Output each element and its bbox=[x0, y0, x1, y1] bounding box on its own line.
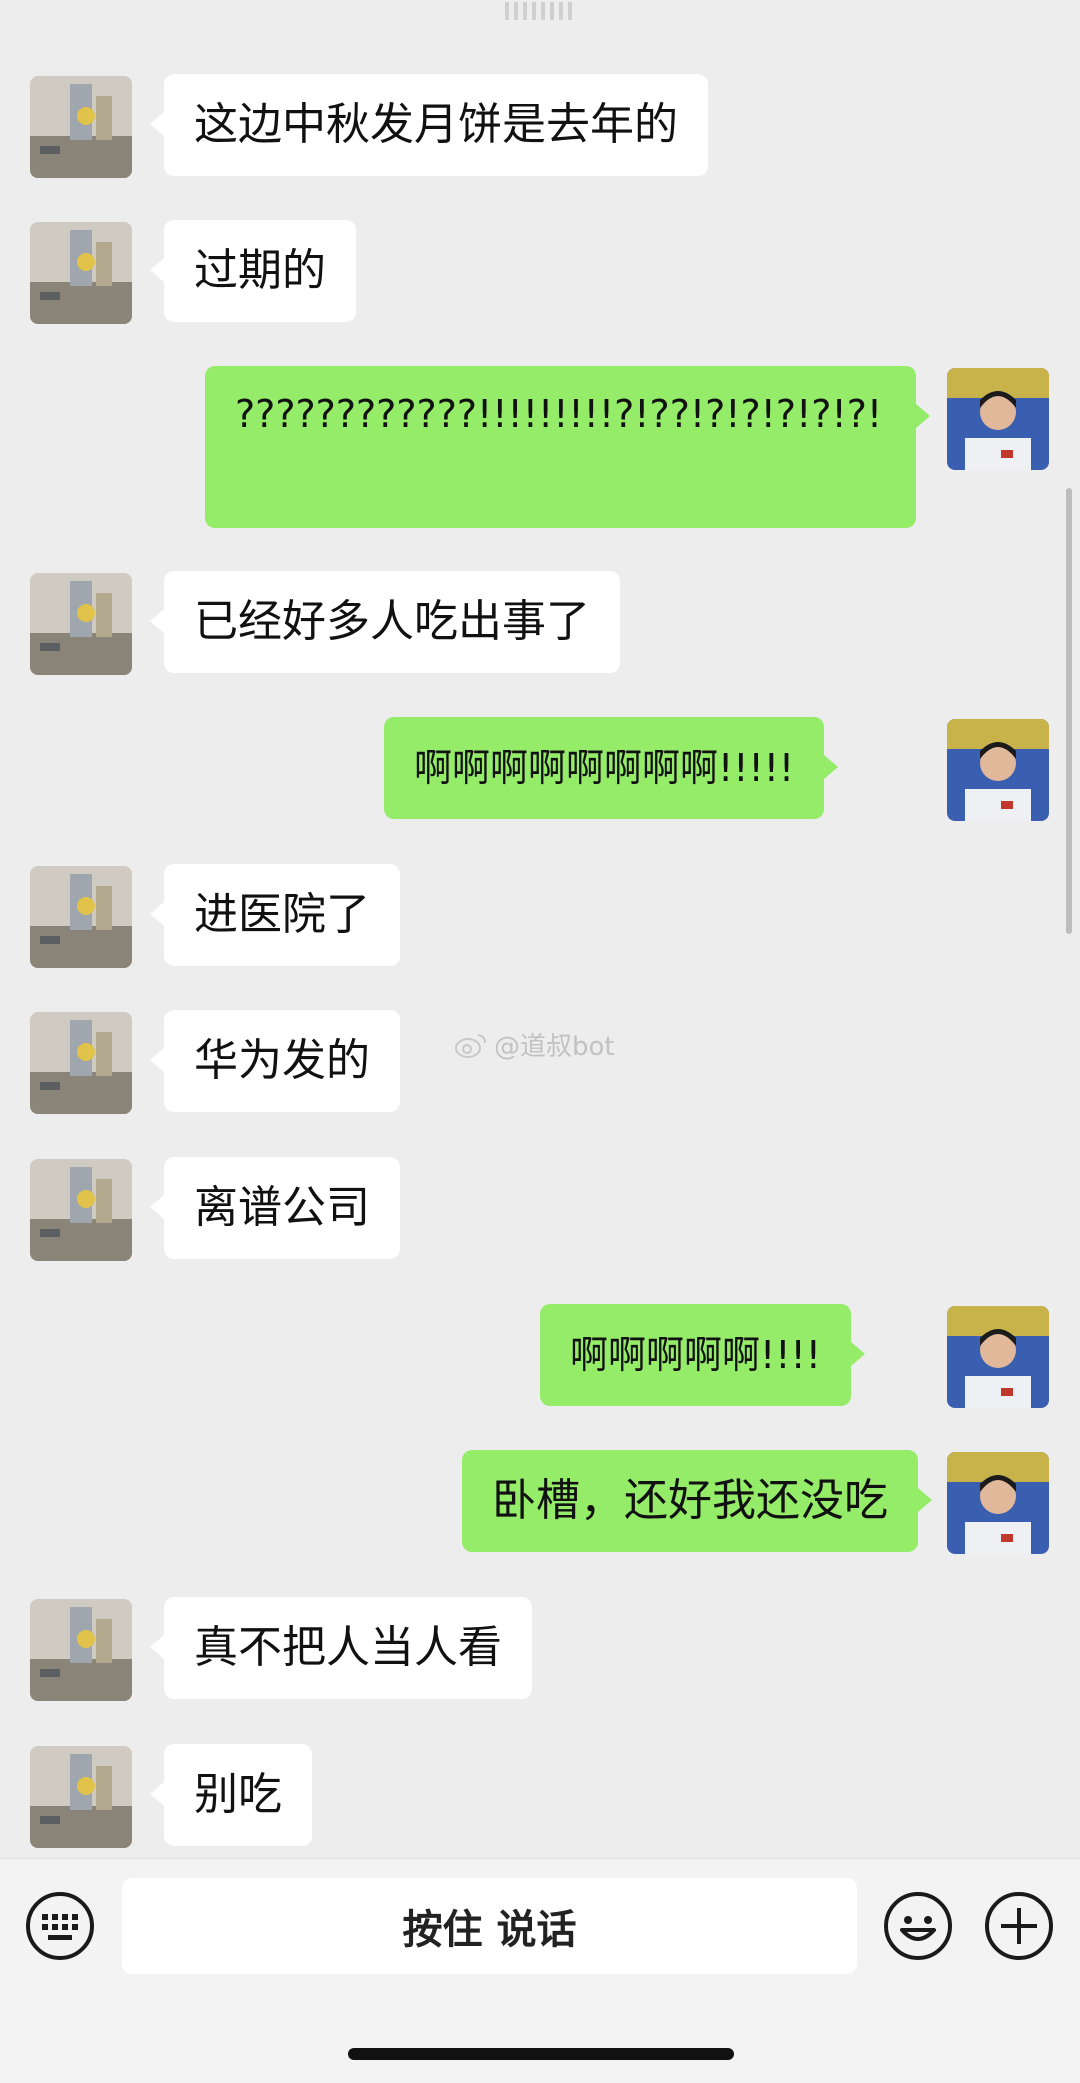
message-text: ????????????!!!!!!!!!?!??!?!?!?!?!?! bbox=[235, 392, 883, 436]
message-text: 别吃 bbox=[194, 1769, 282, 1820]
message-bubble[interactable]: ????????????!!!!!!!!!?!??!?!?!?!?!?! bbox=[205, 366, 930, 528]
message-bubble[interactable]: 过期的 bbox=[150, 220, 356, 322]
message-bubble[interactable]: 华为发的 bbox=[150, 1010, 400, 1112]
emoji-button[interactable] bbox=[882, 1890, 954, 1962]
message-bubble[interactable]: 啊啊啊啊啊!!!! bbox=[540, 1304, 865, 1406]
plus-icon bbox=[985, 1892, 1053, 1960]
message-bubble[interactable]: 离谱公司 bbox=[150, 1157, 400, 1259]
message-row: 已经好多人吃出事了 bbox=[0, 571, 1080, 677]
message-row: 真不把人当人看 bbox=[0, 1597, 1080, 1703]
contact-avatar[interactable] bbox=[30, 222, 132, 324]
message-row: 别吃 bbox=[0, 1744, 1080, 1850]
message-bubble[interactable]: 真不把人当人看 bbox=[150, 1597, 532, 1699]
message-row: 卧槽，还好我还没吃 bbox=[0, 1450, 1080, 1556]
message-text: 离谱公司 bbox=[194, 1182, 370, 1233]
contact-avatar[interactable] bbox=[30, 1599, 132, 1701]
message-text: 过期的 bbox=[194, 245, 326, 296]
message-text: 啊啊啊啊啊!!!! bbox=[570, 1333, 821, 1377]
my-avatar[interactable] bbox=[947, 368, 1049, 470]
weibo-icon bbox=[455, 1033, 486, 1058]
my-avatar[interactable] bbox=[947, 1306, 1049, 1408]
message-bubble[interactable]: 这边中秋发月饼是去年的 bbox=[150, 74, 708, 176]
message-text: 华为发的 bbox=[194, 1035, 370, 1086]
my-avatar[interactable] bbox=[947, 719, 1049, 821]
message-text: 已经好多人吃出事了 bbox=[194, 596, 590, 647]
contact-avatar[interactable] bbox=[30, 1159, 132, 1261]
contact-avatar[interactable] bbox=[30, 1746, 132, 1848]
message-row: 这边中秋发月饼是去年的 bbox=[0, 74, 1080, 180]
message-bubble[interactable]: 进医院了 bbox=[150, 864, 400, 966]
more-button[interactable] bbox=[983, 1890, 1055, 1962]
watermark: @道叔bot bbox=[454, 1026, 615, 1063]
hold-to-talk-label: 按住 说话 bbox=[402, 1907, 577, 1953]
message-text: 真不把人当人看 bbox=[194, 1622, 502, 1673]
message-bubble[interactable]: 啊啊啊啊啊啊啊啊!!!!! bbox=[384, 717, 839, 819]
contact-avatar[interactable] bbox=[30, 573, 132, 675]
message-row: ????????????!!!!!!!!!?!??!?!?!?!?!?! bbox=[0, 366, 1080, 530]
message-row: 啊啊啊啊啊啊啊啊!!!!! bbox=[0, 717, 1080, 823]
message-row: 离谱公司 bbox=[0, 1157, 1080, 1263]
hold-to-talk-button[interactable]: 按住 说话 bbox=[122, 1878, 857, 1974]
keyboard-icon bbox=[26, 1892, 94, 1960]
my-avatar[interactable] bbox=[947, 1452, 1049, 1554]
message-row: 啊啊啊啊啊!!!! bbox=[0, 1304, 1080, 1410]
message-row: 进医院了 bbox=[0, 864, 1080, 970]
emoji-icon bbox=[884, 1892, 952, 1960]
watermark-text: @道叔bot bbox=[494, 1032, 615, 1062]
contact-avatar[interactable] bbox=[30, 76, 132, 178]
message-bubble[interactable]: 已经好多人吃出事了 bbox=[150, 571, 620, 673]
home-indicator[interactable] bbox=[348, 2048, 734, 2060]
message-row: 过期的 bbox=[0, 220, 1080, 326]
scrollbar[interactable] bbox=[1066, 488, 1072, 934]
keyboard-button[interactable] bbox=[24, 1890, 96, 1962]
message-text: 啊啊啊啊啊啊啊啊!!!!! bbox=[414, 746, 795, 790]
contact-avatar[interactable] bbox=[30, 1012, 132, 1114]
message-text: 这边中秋发月饼是去年的 bbox=[194, 99, 678, 150]
top-handle bbox=[505, 0, 575, 22]
message-text: 进医院了 bbox=[194, 889, 370, 940]
contact-avatar[interactable] bbox=[30, 866, 132, 968]
message-bubble[interactable]: 卧槽，还好我还没吃 bbox=[462, 1450, 932, 1552]
message-bubble[interactable]: 别吃 bbox=[150, 1744, 312, 1846]
chat-area[interactable]: 这边中秋发月饼是去年的 过期的 ????????????!!!!!!!!!?!?… bbox=[0, 0, 1080, 1858]
message-text: 卧槽，还好我还没吃 bbox=[492, 1475, 888, 1526]
